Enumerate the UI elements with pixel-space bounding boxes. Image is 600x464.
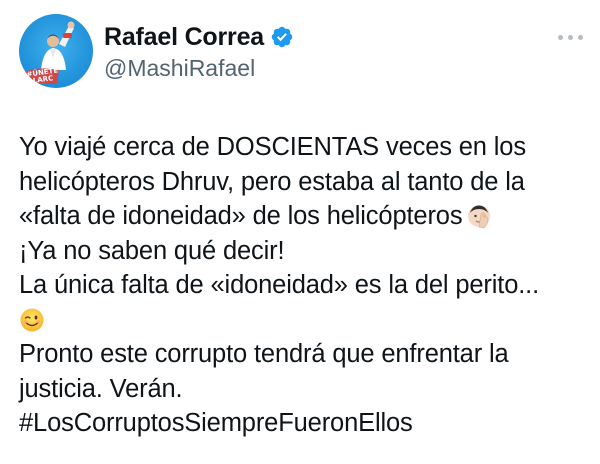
hashtag-link[interactable]: #LosCorruptosSiempreFueronEllos [19, 409, 413, 437]
verified-badge-icon [270, 25, 294, 49]
tweet-line: Yo viajé cerca de DOSCIENTAS veces en lo… [19, 133, 526, 161]
tweet-line-text: «falta de idoneidad» de los helicópteros [19, 202, 463, 230]
wink-emoji-icon [19, 307, 45, 333]
tweet-header: #ÚNETE ALARC Rafael Correa @MashiRafael [0, 0, 600, 100]
tweet-line: ¡Ya no saben qué decir! [19, 236, 285, 265]
author-display-name[interactable]: Rafael Correa [104, 23, 264, 52]
tweet-line: La única falta de «idoneidad» es la del … [19, 271, 540, 299]
tweet-line: #LosCorruptosSiempreFueronEllos [19, 406, 594, 441]
facepalm-emoji-icon [466, 203, 492, 229]
author-handle[interactable]: @MashiRafael [104, 55, 255, 82]
tweet-line: helicópteros Dhruv, pero estaba al tanto… [19, 167, 525, 196]
tweet-line: justicia. Verán. [19, 374, 183, 403]
author-name-row: Rafael Correa [104, 20, 294, 54]
more-options-icon[interactable] [556, 30, 586, 44]
avatar[interactable]: #ÚNETE ALARC [19, 14, 93, 88]
tweet-line: Pronto este corrupto tendrá que enfrenta… [19, 340, 509, 368]
tweet-line: «falta de idoneidad» de los helicópteros [19, 199, 594, 234]
tweet-card[interactable]: #ÚNETE ALARC Rafael Correa @MashiRafael … [0, 0, 600, 464]
tweet-line [19, 303, 594, 338]
tweet-text: Yo viajé cerca de DOSCIENTAS veces en lo… [19, 130, 594, 441]
